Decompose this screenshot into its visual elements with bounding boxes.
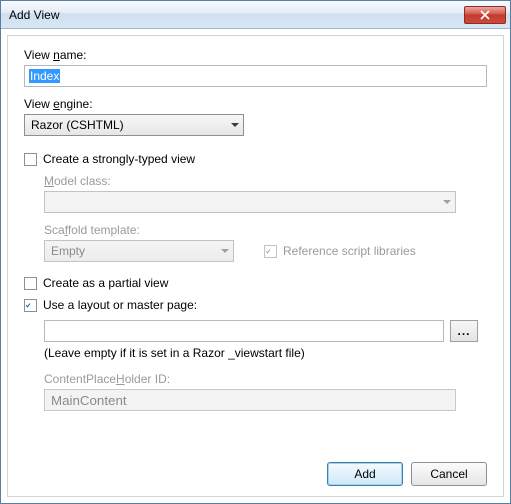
window-title: Add View bbox=[9, 8, 464, 22]
layout-hint: (Leave empty if it is set in a Razor _vi… bbox=[44, 346, 487, 360]
scaffold-value: Empty bbox=[51, 244, 85, 258]
browse-button[interactable]: ... bbox=[450, 320, 478, 342]
partial-view-label: Create as a partial view bbox=[43, 276, 168, 290]
model-class-label: Model class: bbox=[44, 174, 487, 188]
view-engine-row: View engine: Razor (CSHTML) bbox=[24, 97, 487, 136]
titlebar: Add View bbox=[1, 1, 510, 29]
partial-view-checkbox[interactable] bbox=[24, 277, 37, 290]
scaffold-select: Empty bbox=[44, 240, 234, 262]
add-button[interactable]: Add bbox=[327, 462, 403, 486]
use-layout-checkbox[interactable] bbox=[24, 299, 37, 312]
layout-group: ... (Leave empty if it is set in a Razor… bbox=[44, 320, 487, 411]
view-name-input[interactable]: Index bbox=[24, 65, 487, 87]
layout-path-input[interactable] bbox=[44, 320, 444, 342]
close-icon bbox=[480, 10, 490, 20]
cph-label: ContentPlaceHolder ID: bbox=[44, 372, 487, 386]
view-name-label: View name: bbox=[24, 48, 487, 62]
strongly-typed-label: Create a strongly-typed view bbox=[43, 152, 195, 166]
ref-scripts-label: Reference script libraries bbox=[283, 244, 416, 258]
strongly-typed-checkbox[interactable] bbox=[24, 153, 37, 166]
strongly-typed-row: Create a strongly-typed view bbox=[24, 152, 487, 166]
use-layout-row: Use a layout or master page: bbox=[24, 298, 487, 312]
close-button[interactable] bbox=[464, 6, 506, 24]
cph-input bbox=[44, 389, 456, 411]
partial-view-row: Create as a partial view bbox=[24, 276, 487, 290]
dialog-footer: Add Cancel bbox=[327, 462, 487, 486]
view-engine-select[interactable]: Razor (CSHTML) bbox=[24, 114, 244, 136]
use-layout-label: Use a layout or master page: bbox=[43, 298, 197, 312]
dialog-body: View name: Index View engine: Razor (CSH… bbox=[7, 35, 504, 497]
chevron-down-icon bbox=[231, 123, 239, 127]
strongly-typed-group: Model class: Scaffold template: Empty Re… bbox=[44, 174, 487, 262]
view-name-value: Index bbox=[29, 69, 60, 83]
scaffold-label: Scaffold template: bbox=[44, 223, 487, 237]
chevron-down-icon bbox=[221, 249, 229, 253]
model-class-select bbox=[44, 191, 456, 213]
chevron-down-icon bbox=[443, 200, 451, 204]
view-engine-value: Razor (CSHTML) bbox=[31, 118, 124, 132]
view-engine-label: View engine: bbox=[24, 97, 487, 111]
view-name-row: View name: Index bbox=[24, 48, 487, 87]
cancel-button[interactable]: Cancel bbox=[411, 462, 487, 486]
ref-scripts-checkbox bbox=[264, 245, 277, 258]
